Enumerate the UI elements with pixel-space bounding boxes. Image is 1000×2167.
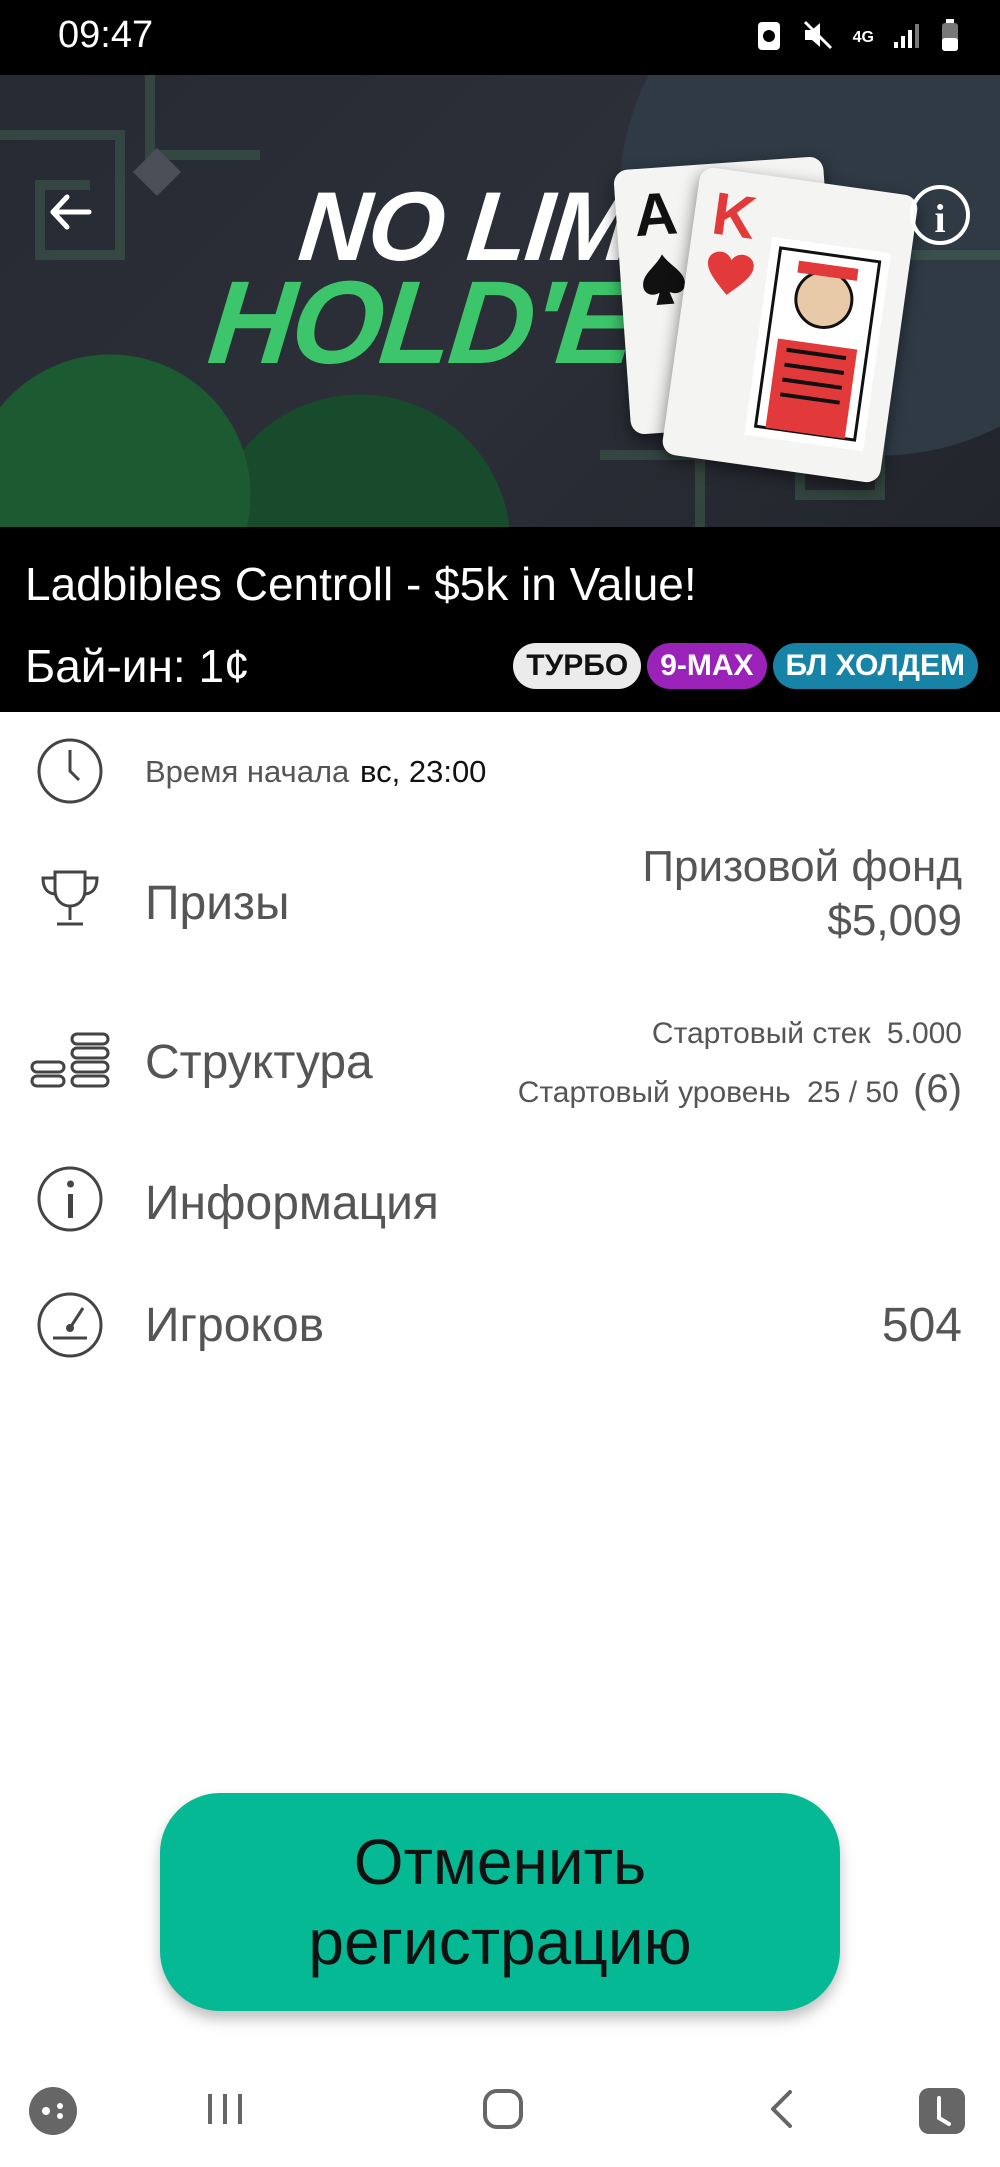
battery-saver-icon [755, 18, 783, 57]
signal-icon [892, 20, 922, 55]
prize-pool: Призовой фонд $5,009 [642, 840, 962, 948]
spade-icon [643, 254, 686, 305]
clock-icon [35, 736, 105, 806]
tournament-banner: NO LIMIT HOLD'EM A K i [0, 75, 1000, 527]
home-icon[interactable] [478, 2084, 538, 2144]
back-icon[interactable] [758, 2084, 818, 2144]
prizes-label: Призы [145, 877, 290, 930]
information-label: Информация [145, 1177, 439, 1230]
badge-9max: 9-MAX [647, 643, 767, 689]
starting-level-extra: (6) [913, 1067, 962, 1111]
start-time-row: Время начала вс, 23:00 [0, 730, 1000, 825]
badge-nl-holdem: БЛ ХОЛДЕМ [772, 643, 978, 689]
tournament-name: Ladbibles Centroll - $5k in Value! [25, 558, 697, 610]
start-time-label: Время начала [145, 754, 350, 789]
prize-pool-value: $5,009 [827, 896, 962, 945]
navigation-bar [0, 2060, 1000, 2167]
structure-row[interactable]: Структура Стартовый стек 5.000 Стартовый… [0, 1005, 1000, 1125]
start-time-value: вс, 23:00 [360, 754, 487, 789]
tournament-buyin: Бай-ин: 1¢ [25, 640, 250, 692]
starting-level-label: Стартовый уровень [517, 1076, 791, 1109]
unregister-button[interactable]: Отменить регистрацию [160, 1793, 840, 2011]
status-icons: 4G [755, 18, 960, 57]
players-row[interactable]: Игроков 504 [0, 1280, 1000, 1380]
card-k-rank: K [708, 179, 761, 252]
network-type: 4G [852, 28, 874, 46]
back-arrow-icon[interactable] [40, 187, 100, 247]
status-bar: 09:47 4G [0, 0, 1000, 75]
starting-stack-label: Стартовый стек [651, 1017, 871, 1050]
game-launcher-icon[interactable] [26, 2084, 86, 2144]
structure-label: Структура [145, 1036, 373, 1089]
tournament-header: Ladbibles Centroll - $5k in Value! Бай-и… [0, 527, 1000, 712]
information-row[interactable]: Информация [0, 1150, 1000, 1250]
king-artwork [744, 236, 891, 452]
starting-stack: Стартовый стек 5.000 [652, 1017, 962, 1051]
players-label: Игроков [145, 1299, 325, 1352]
starting-level: Стартовый уровень 25 / 50 (6) [518, 1067, 962, 1112]
structure-icon [30, 1030, 110, 1100]
prizes-row[interactable]: Призы Призовой фонд $5,009 [0, 840, 1000, 970]
playing-card-king: K [660, 166, 920, 484]
heart-icon [708, 251, 754, 295]
info-circle-icon [35, 1164, 105, 1234]
trophy-icon [35, 864, 105, 934]
info-icon[interactable]: i [910, 185, 970, 245]
players-value: 504 [881, 1299, 962, 1352]
starting-level-value: 25 / 50 [807, 1076, 899, 1109]
recent-apps-icon[interactable] [200, 2084, 260, 2144]
mute-icon [801, 18, 835, 57]
starting-stack-value: 5.000 [886, 1017, 962, 1050]
gauge-icon [35, 1290, 105, 1360]
badge-turbo: ТУРБО [513, 643, 642, 689]
status-time: 09:47 [58, 14, 154, 56]
tournament-badges: ТУРБО 9-MAX БЛ ХОЛДЕМ [513, 643, 978, 689]
prize-pool-label: Призовой фонд [642, 842, 962, 891]
battery-icon [940, 18, 960, 57]
card-a-rank: A [631, 179, 680, 250]
assistant-icon[interactable] [915, 2084, 975, 2144]
